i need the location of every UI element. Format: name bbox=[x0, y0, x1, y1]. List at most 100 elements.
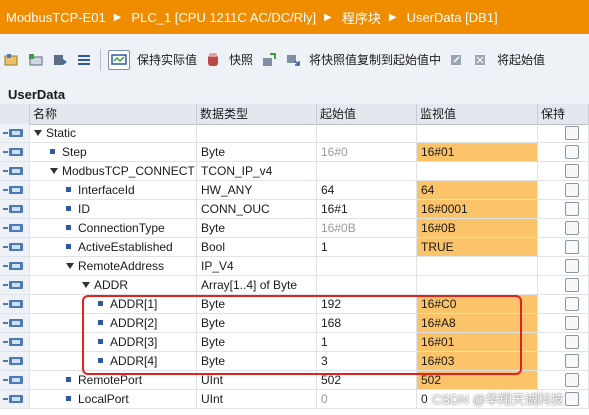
keep-actual-values-button[interactable]: 保持实际值 bbox=[137, 51, 197, 68]
header-name[interactable]: 名称 bbox=[30, 104, 197, 124]
header-retain[interactable]: 保持 bbox=[538, 104, 589, 124]
start-value-cell[interactable]: 16#0B bbox=[317, 219, 417, 237]
type-cell[interactable]: Byte bbox=[197, 219, 317, 237]
retain-checkbox[interactable] bbox=[565, 259, 579, 273]
retain-checkbox[interactable] bbox=[565, 316, 579, 330]
retain-checkbox[interactable] bbox=[565, 221, 579, 235]
type-cell[interactable]: Byte bbox=[197, 143, 317, 161]
row-index-cell[interactable] bbox=[0, 276, 30, 294]
header-start-value[interactable]: 起始值 bbox=[317, 104, 417, 124]
table-row[interactable]: InterfaceId HW_ANY 64 64 bbox=[0, 181, 589, 200]
name-cell[interactable]: RemoteAddress bbox=[30, 257, 197, 275]
name-cell[interactable]: LocalPort bbox=[30, 390, 197, 408]
retain-checkbox[interactable] bbox=[565, 392, 579, 406]
snapshot-button[interactable]: 快照 bbox=[229, 51, 253, 68]
retain-checkbox[interactable] bbox=[565, 354, 579, 368]
name-cell[interactable]: Step bbox=[30, 143, 197, 161]
retain-checkbox[interactable] bbox=[565, 164, 579, 178]
start-value-cell[interactable]: 1 bbox=[317, 238, 417, 256]
row-index-cell[interactable] bbox=[0, 219, 30, 237]
type-cell[interactable]: IP_V4 bbox=[197, 257, 317, 275]
expand-arrow-icon[interactable] bbox=[66, 262, 74, 269]
row-index-cell[interactable] bbox=[0, 143, 30, 161]
row-index-cell[interactable] bbox=[0, 390, 30, 408]
row-index-cell[interactable] bbox=[0, 295, 30, 313]
name-cell[interactable]: ConnectionType bbox=[30, 219, 197, 237]
retain-checkbox[interactable] bbox=[565, 335, 579, 349]
table-row[interactable]: ConnectionType Byte 16#0B 16#0B bbox=[0, 219, 589, 238]
snapshot-icon[interactable] bbox=[204, 52, 222, 68]
breadcrumb-plc[interactable]: PLC_1 [CPU 1211C AC/DC/Rly] bbox=[129, 10, 316, 25]
row-index-cell[interactable] bbox=[0, 314, 30, 332]
table-row[interactable]: ADDR[2] Byte 168 16#A8 bbox=[0, 314, 589, 333]
type-cell[interactable]: Byte bbox=[197, 333, 317, 351]
expand-arrow-icon[interactable] bbox=[34, 129, 42, 136]
start-value-cell[interactable]: 16#0 bbox=[317, 143, 417, 161]
type-cell[interactable]: HW_ANY bbox=[197, 181, 317, 199]
expand-arrow-icon[interactable] bbox=[82, 281, 90, 288]
type-cell[interactable]: Array[1..4] of Byte bbox=[197, 276, 317, 294]
add-row-icon[interactable] bbox=[27, 52, 45, 68]
start-value-cell[interactable]: 3 bbox=[317, 352, 417, 370]
collapse-all-icon[interactable] bbox=[75, 52, 93, 68]
retain-checkbox[interactable] bbox=[565, 202, 579, 216]
start-value-cell[interactable]: 168 bbox=[317, 314, 417, 332]
name-cell[interactable]: ADDR[4] bbox=[30, 352, 197, 370]
breadcrumb-program-blocks[interactable]: 程序块 bbox=[340, 8, 381, 27]
expand-all-icon[interactable] bbox=[51, 52, 69, 68]
name-cell[interactable]: ADDR[2] bbox=[30, 314, 197, 332]
start-value-cell[interactable]: 16#1 bbox=[317, 200, 417, 218]
row-index-cell[interactable] bbox=[0, 200, 30, 218]
copy-start-values-icon[interactable] bbox=[472, 52, 490, 68]
table-row[interactable]: Step Byte 16#0 16#01 bbox=[0, 143, 589, 162]
type-cell[interactable] bbox=[197, 124, 317, 142]
type-cell[interactable]: Byte bbox=[197, 314, 317, 332]
type-cell[interactable]: Bool bbox=[197, 238, 317, 256]
name-cell[interactable]: InterfaceId bbox=[30, 181, 197, 199]
start-value-cell[interactable]: 1 bbox=[317, 333, 417, 351]
load-snapshot-icon[interactable] bbox=[284, 52, 302, 68]
header-type[interactable]: 数据类型 bbox=[197, 104, 317, 124]
retain-checkbox[interactable] bbox=[565, 145, 579, 159]
name-cell[interactable]: ID bbox=[30, 200, 197, 218]
copy-snapshot-icon[interactable] bbox=[260, 52, 278, 68]
breadcrumb-userdata[interactable]: UserData [DB1] bbox=[405, 10, 498, 25]
type-cell[interactable]: Byte bbox=[197, 352, 317, 370]
start-value-cell[interactable]: 64 bbox=[317, 181, 417, 199]
type-cell[interactable]: Byte bbox=[197, 295, 317, 313]
retain-checkbox[interactable] bbox=[565, 183, 579, 197]
table-row[interactable]: RemotePort UInt 502 502 bbox=[0, 371, 589, 390]
monitor-all-icon[interactable] bbox=[108, 49, 130, 70]
table-row[interactable]: ADDR Array[1..4] of Byte bbox=[0, 276, 589, 295]
row-index-cell[interactable] bbox=[0, 371, 30, 389]
name-cell[interactable]: ActiveEstablished bbox=[30, 238, 197, 256]
copy-snapshot-to-start-button[interactable]: 将快照值复制到起始值中 bbox=[309, 51, 441, 68]
start-value-cell[interactable] bbox=[317, 257, 417, 275]
type-cell[interactable]: CONN_OUC bbox=[197, 200, 317, 218]
start-value-cell[interactable] bbox=[317, 124, 417, 142]
row-index-cell[interactable] bbox=[0, 352, 30, 370]
copy-start-values-button[interactable]: 将起始值 bbox=[497, 51, 545, 68]
name-cell[interactable]: ModbusTCP_CONNECT bbox=[30, 162, 197, 180]
start-value-cell[interactable]: 502 bbox=[317, 371, 417, 389]
row-index-cell[interactable] bbox=[0, 124, 30, 142]
row-index-cell[interactable] bbox=[0, 181, 30, 199]
header-monitor-value[interactable]: 监视值 bbox=[417, 104, 538, 124]
table-row[interactable]: ADDR[3] Byte 1 16#01 bbox=[0, 333, 589, 352]
copy-start-icon[interactable] bbox=[448, 52, 466, 68]
type-cell[interactable]: UInt bbox=[197, 371, 317, 389]
start-value-cell[interactable] bbox=[317, 162, 417, 180]
name-cell[interactable]: ADDR bbox=[30, 276, 197, 294]
table-row[interactable]: ADDR[4] Byte 3 16#03 bbox=[0, 352, 589, 371]
name-cell[interactable]: ADDR[1] bbox=[30, 295, 197, 313]
retain-checkbox[interactable] bbox=[565, 240, 579, 254]
start-value-cell[interactable] bbox=[317, 276, 417, 294]
start-value-cell[interactable]: 0 bbox=[317, 390, 417, 408]
name-cell[interactable]: Static bbox=[30, 124, 197, 142]
retain-checkbox[interactable] bbox=[565, 373, 579, 387]
name-cell[interactable]: RemotePort bbox=[30, 371, 197, 389]
retain-checkbox[interactable] bbox=[565, 126, 579, 140]
table-row[interactable]: Static bbox=[0, 124, 589, 143]
start-value-cell[interactable]: 192 bbox=[317, 295, 417, 313]
expand-arrow-icon[interactable] bbox=[50, 167, 58, 174]
